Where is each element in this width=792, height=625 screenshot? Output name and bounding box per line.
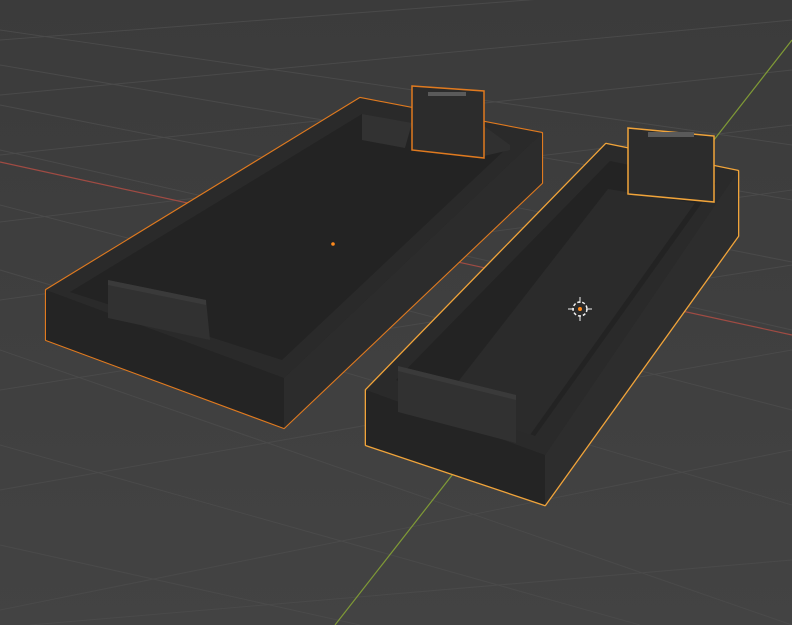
tray-right-back-tab-slot bbox=[648, 132, 694, 137]
viewport-canvas[interactable] bbox=[0, 0, 792, 625]
tray-left-back-tab-slot bbox=[428, 92, 466, 96]
3d-viewport[interactable] bbox=[0, 0, 792, 625]
tray-right-back-tab bbox=[627, 127, 715, 203]
origin-dot-icon bbox=[331, 242, 335, 246]
tray-left-back-tab bbox=[411, 85, 485, 159]
